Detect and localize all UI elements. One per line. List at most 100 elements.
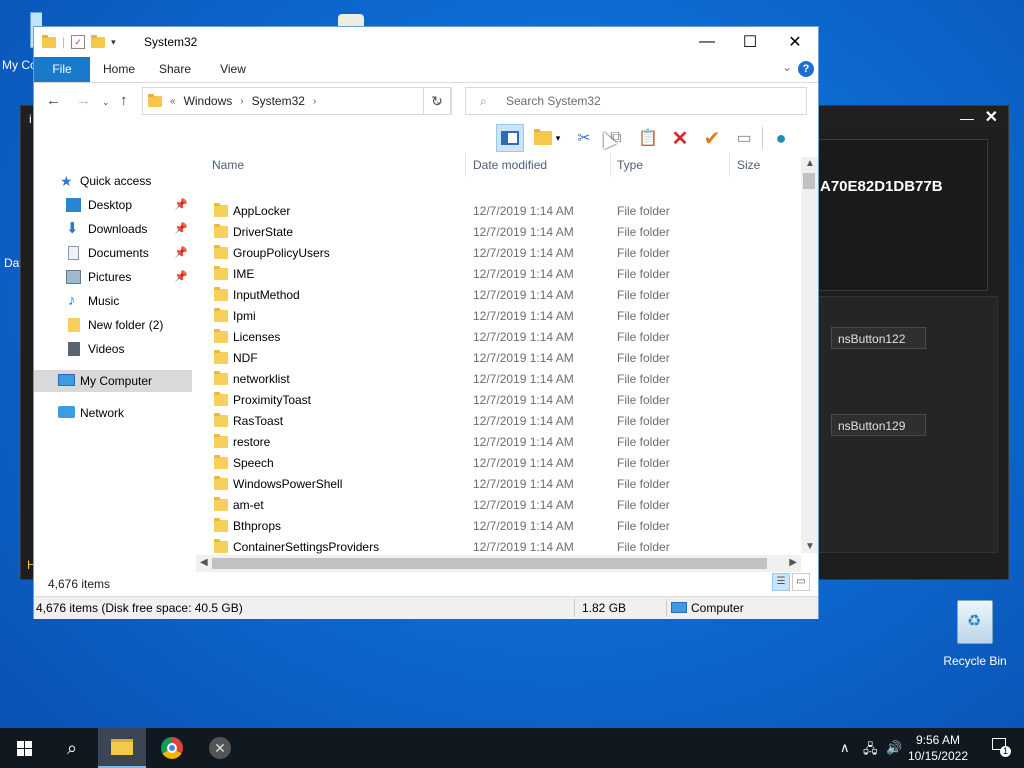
table-row[interactable]: AppLocker 12/7/2019 1:14 AM File folder <box>206 201 802 222</box>
column-header-type[interactable]: Type <box>617 153 643 177</box>
table-row[interactable]: DriverState 12/7/2019 1:14 AM File folder <box>206 222 802 243</box>
horizontal-scrollbar[interactable]: ◀ ▶ <box>196 555 801 572</box>
nav-item-documents[interactable]: Documents 📌 <box>34 242 192 264</box>
table-row[interactable]: GroupPolicyUsers 12/7/2019 1:14 AM File fo… <box>206 243 802 264</box>
large-icons-view-button[interactable]: ▭ <box>792 573 810 591</box>
table-row[interactable]: networklist 12/7/2019 1:14 AM File folder <box>206 369 802 390</box>
nav-item-music[interactable]: ♪ Music <box>34 290 192 312</box>
table-row[interactable]: restore 12/7/2019 1:14 AM File folder <box>206 432 802 453</box>
table-row[interactable]: am-et 12/7/2019 1:14 AM File folder <box>206 495 802 516</box>
column-divider[interactable] <box>465 153 466 177</box>
table-row[interactable]: RasToast 12/7/2019 1:14 AM File folder <box>206 411 802 432</box>
table-row[interactable]: Ipmi 12/7/2019 1:14 AM File folder <box>206 306 802 327</box>
background-minimize-button[interactable]: — <box>960 110 974 126</box>
tab-file[interactable]: File <box>34 57 90 82</box>
up-arrow-icon[interactable]: ↑ <box>120 92 128 109</box>
tab-home[interactable]: Home <box>96 57 142 82</box>
background-close-button[interactable]: ✕ <box>985 107 998 127</box>
column-divider[interactable] <box>610 153 611 177</box>
ns-button-122[interactable]: nsButton122 <box>831 327 926 349</box>
pin-icon[interactable]: 📌 <box>174 218 188 240</box>
vertical-scrollbar[interactable]: ▲ ▼ <box>801 157 818 553</box>
network-tray-icon[interactable]: 🖧 <box>863 740 878 762</box>
nav-item-network[interactable]: Network <box>34 402 192 424</box>
tab-share[interactable]: Share <box>152 57 198 82</box>
tab-view[interactable]: View <box>210 57 256 82</box>
pin-icon[interactable]: 📌 <box>174 242 188 264</box>
column-header-name[interactable]: Name <box>212 153 244 177</box>
taskbar-file-explorer[interactable] <box>98 728 146 768</box>
file-explorer-window[interactable]: | ✓ ▾ System32 — ☐ ✕ File Home Share Vie… <box>33 26 819 619</box>
system-clock[interactable]: 9:56 AM 10/15/2022 <box>908 732 968 764</box>
nav-item-pictures[interactable]: Pictures 📌 <box>34 266 192 288</box>
action-center-button[interactable]: 1 <box>992 738 1011 757</box>
table-row[interactable]: NDF 12/7/2019 1:14 AM File folder <box>206 348 802 369</box>
address-bar[interactable]: « Windows › System32 › ⌄ <box>142 87 452 115</box>
vertical-scroll-thumb[interactable] <box>803 173 815 189</box>
pin-icon[interactable]: 📌 <box>174 266 188 288</box>
cut-button[interactable]: ✂ <box>570 124 598 152</box>
nav-quick-access[interactable]: ★ Quick access <box>34 170 192 192</box>
qat-dropdown-icon[interactable]: ▾ <box>111 37 116 48</box>
nav-item-videos[interactable]: Videos <box>34 338 192 360</box>
search-input[interactable]: ⌕ Search System32 <box>465 87 807 115</box>
dropdown-icon[interactable]: ▾ <box>556 133 561 144</box>
table-row[interactable]: ContainerSettingsProviders 12/7/2019 1:14… <box>206 537 802 555</box>
forward-arrow-icon[interactable]: → <box>76 92 91 109</box>
close-button[interactable]: ✕ <box>772 27 818 57</box>
column-header-size[interactable]: Size <box>737 153 760 177</box>
table-row[interactable]: Bthprops 12/7/2019 1:14 AM File folder <box>206 516 802 537</box>
ns-button-129[interactable]: nsButton129 <box>831 414 926 436</box>
rename-button[interactable]: ✔ <box>698 124 726 152</box>
breadcrumb-windows[interactable]: Windows <box>184 94 233 108</box>
scroll-right-icon[interactable]: ▶ <box>789 557 797 568</box>
desktop-icon-top[interactable] <box>334 10 368 26</box>
taskbar-chrome[interactable] <box>148 728 196 768</box>
pin-icon[interactable]: 📌 <box>174 194 188 216</box>
taskbar-app[interactable]: ✕ <box>196 728 244 768</box>
start-button[interactable] <box>0 728 48 768</box>
recent-locations-icon[interactable]: ⌄ <box>102 97 110 108</box>
help-icon[interactable]: ? <box>798 61 814 77</box>
table-row[interactable]: InputMethod 12/7/2019 1:14 AM File folder <box>206 285 802 306</box>
desktop-icon-recycle-bin[interactable]: ♻ Recycle Bin <box>940 600 1010 668</box>
folder-properties-button[interactable]: ▾ <box>528 124 566 152</box>
show-hidden-icons[interactable]: ∧ <box>840 740 850 756</box>
breadcrumb-system32[interactable]: System32 <box>252 94 305 108</box>
back-arrow-icon[interactable]: ← <box>46 92 61 109</box>
scroll-left-icon[interactable]: ◀ <box>200 557 208 568</box>
scroll-down-icon[interactable]: ▼ <box>805 541 815 552</box>
volume-icon[interactable]: 🔊 <box>886 740 902 756</box>
search-button[interactable]: ⌕ <box>48 728 96 768</box>
navigation-pane-button[interactable] <box>496 124 524 152</box>
network-button[interactable]: ● <box>767 124 795 152</box>
paste-button[interactable]: 📋 <box>634 124 662 152</box>
properties-button[interactable]: ▭ <box>730 124 758 152</box>
breadcrumb-chevron-icon[interactable]: › <box>313 96 316 107</box>
explorer-titlebar[interactable]: | ✓ ▾ System32 — ☐ ✕ <box>34 27 818 57</box>
maximize-button[interactable]: ☐ <box>727 27 773 57</box>
nav-item-my-computer[interactable]: My Computer <box>34 370 192 392</box>
scroll-up-icon[interactable]: ▲ <box>805 158 815 169</box>
nav-item-desktop[interactable]: Desktop 📌 <box>34 194 192 216</box>
refresh-button[interactable]: ↻ <box>423 87 451 115</box>
minimize-button[interactable]: — <box>684 27 730 57</box>
address-overflow[interactable]: « <box>170 96 176 107</box>
breadcrumb-chevron-icon[interactable]: › <box>240 96 243 107</box>
delete-button[interactable]: ✕ <box>666 124 694 152</box>
properties-icon[interactable]: ✓ <box>71 35 86 49</box>
table-row[interactable]: IME 12/7/2019 1:14 AM File folder <box>206 264 802 285</box>
ribbon-expand-icon[interactable]: ⌄ <box>782 60 792 74</box>
details-view-button[interactable]: ☰ <box>772 573 790 591</box>
nav-item-downloads[interactable]: ⬇ Downloads 📌 <box>34 218 192 240</box>
table-row[interactable]: Licenses 12/7/2019 1:14 AM File folder <box>206 327 802 348</box>
table-row[interactable]: WindowsPowerShell 12/7/2019 1:14 AM File f… <box>206 474 802 495</box>
nav-item-new-folder[interactable]: New folder (2) <box>34 314 192 336</box>
horizontal-scroll-thumb[interactable] <box>212 558 767 569</box>
table-row[interactable]: ProximityToast 12/7/2019 1:14 AM File fold… <box>206 390 802 411</box>
column-divider[interactable] <box>729 153 730 177</box>
new-folder-icon[interactable] <box>91 34 106 48</box>
desktop-icon-data[interactable]: Dat <box>2 230 22 275</box>
column-header-date[interactable]: Date modified <box>473 153 547 177</box>
table-row[interactable]: Speech 12/7/2019 1:14 AM File folder <box>206 453 802 474</box>
